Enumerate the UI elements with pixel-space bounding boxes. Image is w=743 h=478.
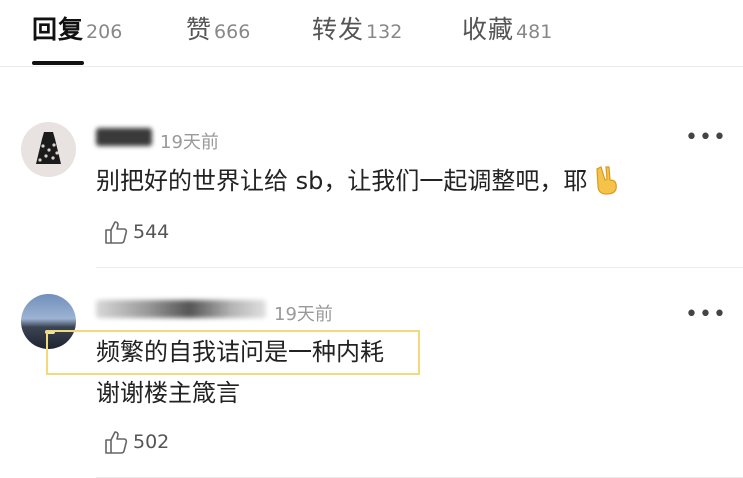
- tab-reposts-count: 132: [366, 21, 403, 43]
- like-button[interactable]: 544: [103, 218, 169, 246]
- tab-replies-count: 206: [86, 21, 123, 43]
- victory-hand-emoji-icon: [596, 166, 618, 195]
- comment-time: 19天前: [274, 304, 333, 325]
- tab-likes[interactable]: 赞 666: [186, 10, 250, 46]
- tab-reposts[interactable]: 转发 132: [312, 10, 402, 46]
- tab-favorites[interactable]: 收藏 481: [462, 10, 552, 46]
- thumbs-up-icon: [105, 221, 128, 244]
- comment-tabs: 回复 206 赞 666 转发 132 收藏 481: [0, 0, 743, 67]
- avatar[interactable]: [21, 122, 76, 177]
- like-count: 502: [133, 431, 170, 453]
- tab-likes-count: 666: [214, 21, 251, 43]
- active-tab-indicator: [32, 61, 84, 65]
- comment-text: 别把好的世界让给 sb，让我们一起调整吧，耶: [96, 165, 621, 196]
- username-obscured[interactable]: [96, 296, 266, 322]
- like-button[interactable]: 502: [103, 428, 169, 456]
- tab-reposts-label: 转发: [312, 15, 365, 44]
- username-obscured[interactable]: [96, 124, 152, 150]
- tab-favorites-count: 481: [516, 21, 553, 43]
- dress-avatar-image: [36, 132, 61, 164]
- more-options-button[interactable]: •••: [685, 304, 727, 326]
- tab-likes-label: 赞: [186, 15, 213, 44]
- like-count: 544: [133, 221, 170, 243]
- comment-text-line2: 谢谢楼主箴言: [96, 379, 240, 407]
- comment-time: 19天前: [160, 132, 219, 153]
- blurred-username-block: [96, 300, 266, 318]
- more-options-button[interactable]: •••: [685, 127, 727, 149]
- thumbs-up-icon: [105, 431, 128, 454]
- blurred-username-block: [96, 128, 152, 146]
- comment-divider: [96, 267, 743, 268]
- highlight-annotation-box: [46, 330, 420, 375]
- comment-text-content: 别把好的世界让给 sb，让我们一起调整吧，耶: [96, 167, 588, 195]
- tab-replies-label: 回复: [32, 15, 85, 44]
- tab-replies[interactable]: 回复 206: [32, 10, 122, 46]
- tab-favorites-label: 收藏: [462, 15, 515, 44]
